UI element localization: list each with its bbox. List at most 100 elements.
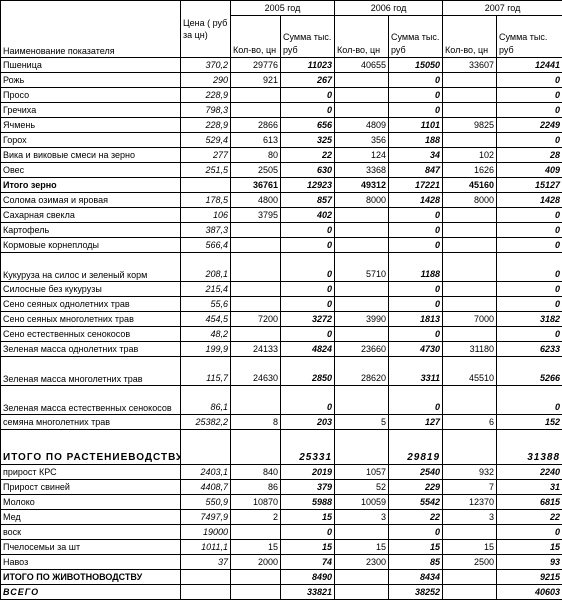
row-qty-2007: 2500 [443, 555, 497, 570]
row-sum-2006: 0 [389, 238, 443, 253]
row-sum-2005: 0 [281, 223, 335, 238]
row-qty-2006: 52 [335, 480, 389, 495]
row-sum-2007: 0 [497, 297, 562, 312]
row-sum-2007: 28 [497, 148, 562, 163]
row-sum-2006: 29819 [389, 430, 443, 465]
row-name: Итого зерно [1, 178, 181, 193]
row-qty-2005: 36761 [231, 178, 281, 193]
row-sum-2006: 188 [389, 133, 443, 148]
row-name: Сено сеяных однолетних трав [1, 297, 181, 312]
row-price: 2403,1 [181, 465, 231, 480]
row-sum-2006: 0 [389, 208, 443, 223]
row-qty-2005: 921 [231, 73, 281, 88]
header-name-cell: Наименование показателя [1, 1, 181, 58]
row-name: Картофель [1, 223, 181, 238]
table-row: ВСЕГО338213825240603 [1, 585, 562, 600]
row-sum-2007: 93 [497, 555, 562, 570]
header-year-2005: 2005 год [231, 1, 335, 16]
row-sum-2007: 2249 [497, 118, 562, 133]
row-price: 86,1 [181, 386, 231, 415]
row-name: Кормовые корнеплоды [1, 238, 181, 253]
row-qty-2005: 10870 [231, 495, 281, 510]
row-qty-2007: 12370 [443, 495, 497, 510]
table-row: Сахарная свекла106379540200 [1, 208, 562, 223]
crop-revenue-table: Наименование показателя Цена ( руб за цн… [0, 0, 562, 600]
table-row: Солома озимая и яровая178,54800857800014… [1, 193, 562, 208]
row-qty-2007 [443, 208, 497, 223]
row-price: 228,9 [181, 88, 231, 103]
row-sum-2007: 0 [497, 327, 562, 342]
row-sum-2005: 379 [281, 480, 335, 495]
row-sum-2005: 15 [281, 510, 335, 525]
row-qty-2006: 1057 [335, 465, 389, 480]
row-sum-2007: 5266 [497, 357, 562, 386]
row-qty-2007: 1626 [443, 163, 497, 178]
row-price: 115,7 [181, 357, 231, 386]
row-qty-2005 [231, 525, 281, 540]
row-sum-2006: 85 [389, 555, 443, 570]
row-qty-2006: 3368 [335, 163, 389, 178]
row-qty-2005 [231, 327, 281, 342]
row-qty-2005: 8 [231, 415, 281, 430]
header-year-2006: 2006 год [335, 1, 443, 16]
row-qty-2006 [335, 386, 389, 415]
row-price: 1011,1 [181, 540, 231, 555]
table-row: Картофель387,3000 [1, 223, 562, 238]
row-sum-2005: 74 [281, 555, 335, 570]
row-qty-2006: 3990 [335, 312, 389, 327]
table-row: Пшеница370,22977611023406551505033607124… [1, 58, 562, 73]
row-sum-2005: 2850 [281, 357, 335, 386]
row-qty-2007 [443, 73, 497, 88]
row-sum-2007: 0 [497, 282, 562, 297]
row-qty-2006: 356 [335, 133, 389, 148]
row-qty-2005: 7200 [231, 312, 281, 327]
row-qty-2005: 4800 [231, 193, 281, 208]
row-name: Сено сеяных многолетних трав [1, 312, 181, 327]
row-name: воск [1, 525, 181, 540]
row-sum-2005: 25331 [281, 430, 335, 465]
row-sum-2005: 2019 [281, 465, 335, 480]
table-row: Силосные без кукурузы215,4000 [1, 282, 562, 297]
row-sum-2006: 0 [389, 282, 443, 297]
row-sum-2005: 0 [281, 238, 335, 253]
row-qty-2006: 15 [335, 540, 389, 555]
row-price: 798,3 [181, 103, 231, 118]
row-qty-2007: 6 [443, 415, 497, 430]
row-sum-2007: 152 [497, 415, 562, 430]
row-name: Силосные без кукурузы [1, 282, 181, 297]
row-qty-2007: 7 [443, 480, 497, 495]
row-sum-2006: 38252 [389, 585, 443, 600]
row-sum-2006: 127 [389, 415, 443, 430]
row-qty-2005 [231, 386, 281, 415]
row-sum-2007: 1428 [497, 193, 562, 208]
row-price: 19000 [181, 525, 231, 540]
row-name: семяна многолетних трав [1, 415, 181, 430]
row-price: 25382,2 [181, 415, 231, 430]
row-qty-2005: 29776 [231, 58, 281, 73]
row-qty-2006 [335, 585, 389, 600]
row-qty-2007: 3 [443, 510, 497, 525]
row-qty-2007 [443, 585, 497, 600]
table-row: Зеленая масса многолетних трав115,724630… [1, 357, 562, 386]
row-price [181, 570, 231, 585]
row-sum-2005: 0 [281, 327, 335, 342]
row-sum-2005: 33821 [281, 585, 335, 600]
row-qty-2006: 49312 [335, 178, 389, 193]
row-name: Вика и виковые смеси на зерно [1, 148, 181, 163]
row-sum-2007: 0 [497, 386, 562, 415]
row-qty-2005 [231, 103, 281, 118]
row-qty-2007 [443, 430, 497, 465]
row-qty-2006: 4809 [335, 118, 389, 133]
row-name: Зеленая масса однолетних трав [1, 342, 181, 357]
row-qty-2005 [231, 297, 281, 312]
row-qty-2006 [335, 103, 389, 118]
row-price: 387,3 [181, 223, 231, 238]
row-sum-2005: 267 [281, 73, 335, 88]
row-sum-2006: 2540 [389, 465, 443, 480]
table-row: Молоко550,9108705988100595542123706815 [1, 495, 562, 510]
row-qty-2005 [231, 282, 281, 297]
row-qty-2006 [335, 282, 389, 297]
row-name: ВСЕГО [1, 585, 181, 600]
row-qty-2007 [443, 386, 497, 415]
row-sum-2007: 0 [497, 238, 562, 253]
